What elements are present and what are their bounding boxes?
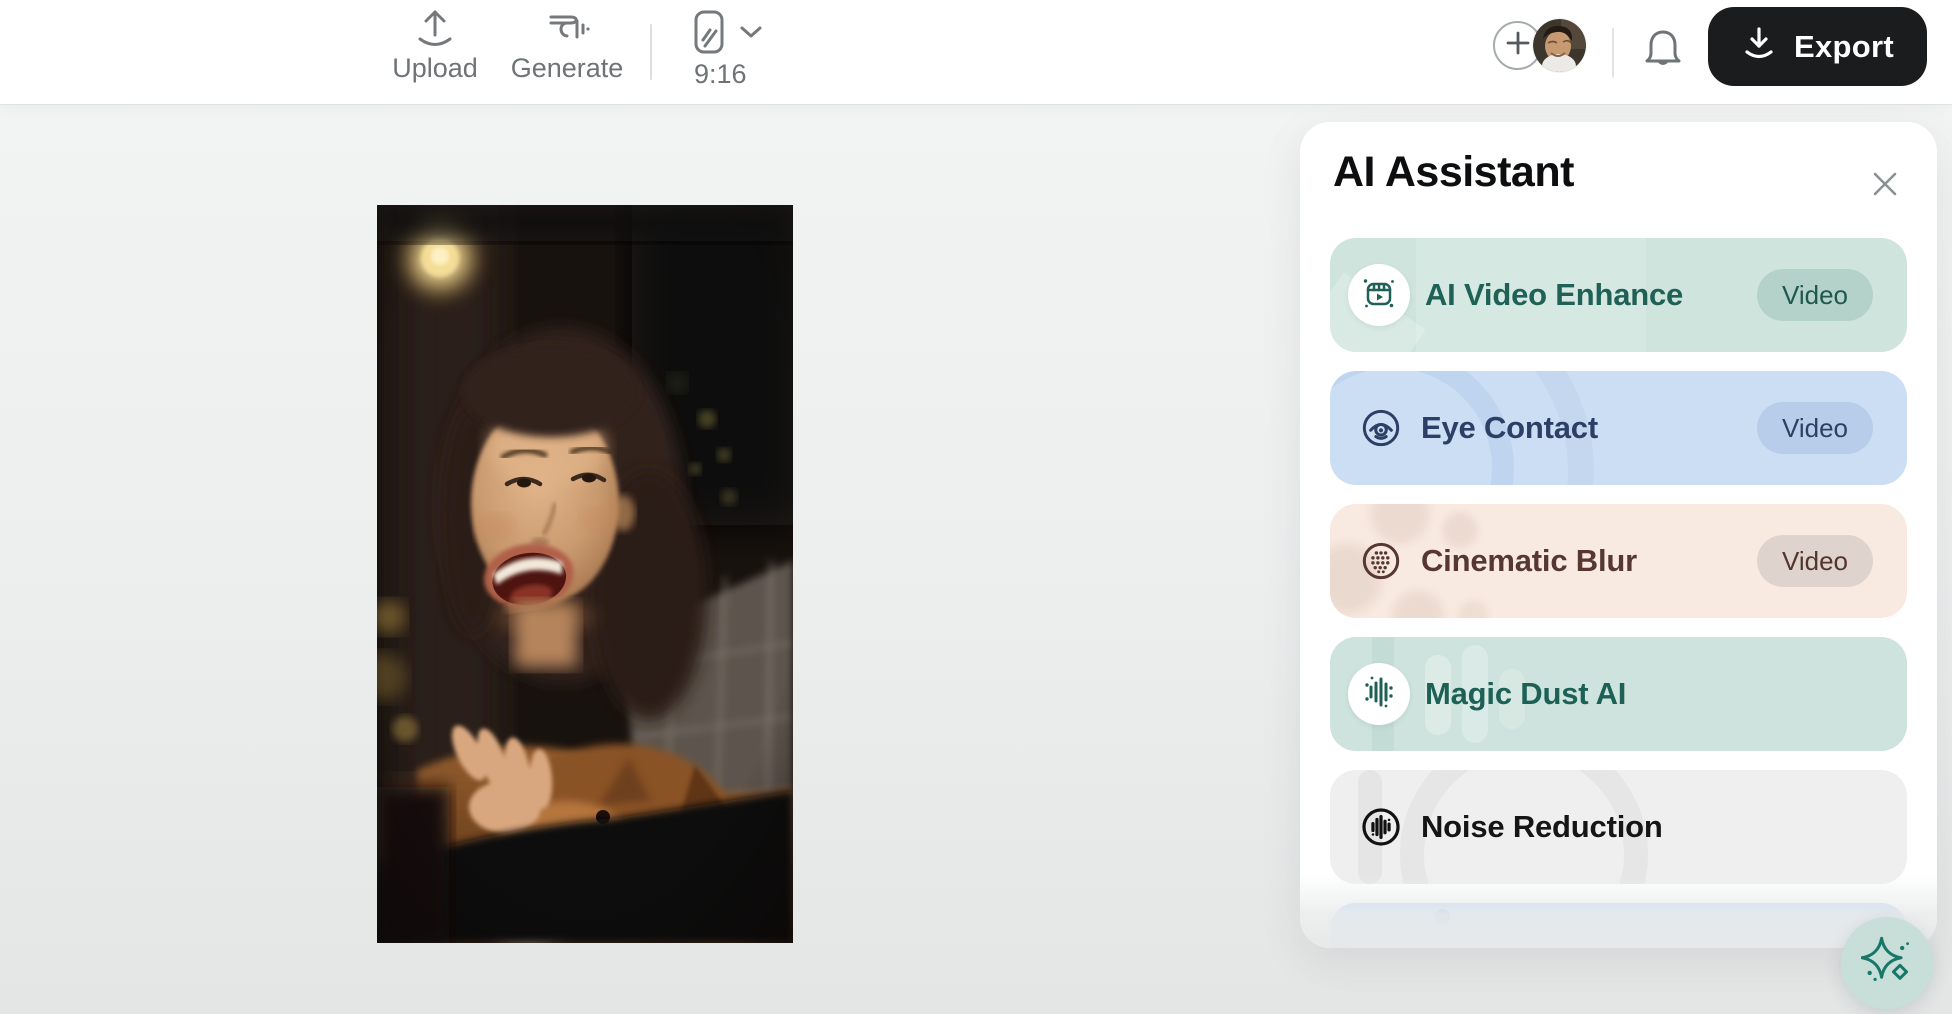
notifications-button[interactable] xyxy=(1643,27,1683,73)
ai-assistant-fab[interactable] xyxy=(1841,917,1933,1009)
card-magic-dust-ai[interactable]: Magic Dust AI xyxy=(1330,637,1907,751)
user-avatar[interactable] xyxy=(1533,19,1586,72)
export-label: Export xyxy=(1794,29,1894,65)
plus-icon xyxy=(1505,30,1531,61)
card-ai-video-enhance[interactable]: AI Video Enhance Video xyxy=(1330,238,1907,352)
card-label: Noise Reduction xyxy=(1421,809,1663,845)
card-deco xyxy=(1435,909,1450,924)
toolbar-divider xyxy=(1612,28,1614,78)
export-button[interactable]: Export xyxy=(1708,7,1927,86)
aspect-ratio-selector[interactable]: 9:16 xyxy=(692,8,772,88)
card-deco xyxy=(1458,600,1488,618)
card-label: Eye Contact xyxy=(1421,410,1598,446)
bell-icon xyxy=(1643,60,1683,77)
app-stage: Upload Generate xyxy=(0,0,1952,1014)
card-label: AI Video Enhance xyxy=(1425,277,1683,313)
feature-card-list: AI Video Enhance Video Eye Contact xyxy=(1330,238,1907,948)
generate-label: Generate xyxy=(511,55,624,82)
generate-icon xyxy=(544,8,590,50)
close-panel-button[interactable] xyxy=(1869,168,1901,200)
eye-contact-icon xyxy=(1356,403,1406,453)
noise-reduction-icon xyxy=(1356,802,1406,852)
card-eye-contact[interactable]: Eye Contact Video xyxy=(1330,371,1907,485)
icon-circle xyxy=(1348,663,1410,725)
card-label: Cinematic Blur xyxy=(1421,543,1637,579)
video-frame-art xyxy=(377,205,793,943)
phone-portrait-icon xyxy=(692,9,726,55)
card-deco xyxy=(1392,590,1444,618)
card-badge: Video xyxy=(1757,402,1873,454)
upload-icon xyxy=(413,8,457,50)
icon-circle xyxy=(1348,264,1410,326)
generate-button[interactable]: Generate xyxy=(515,8,619,82)
magic-dust-icon xyxy=(1359,672,1399,717)
cinematic-blur-icon xyxy=(1356,536,1406,586)
close-icon xyxy=(1869,187,1901,204)
aspect-ratio-label: 9:16 xyxy=(692,61,747,88)
download-icon xyxy=(1741,25,1777,69)
chevron-down-icon xyxy=(739,25,763,39)
upload-button[interactable]: Upload xyxy=(393,8,477,82)
card-cinematic-blur[interactable]: Cinematic Blur Video xyxy=(1330,504,1907,618)
ai-video-enhance-icon xyxy=(1359,273,1399,318)
sparkles-icon xyxy=(1861,935,1913,992)
card-label: Magic Dust AI xyxy=(1425,676,1626,712)
card-partial[interactable] xyxy=(1330,903,1907,948)
ai-assistant-panel: AI Assistant xyxy=(1300,122,1937,948)
top-toolbar: Upload Generate xyxy=(0,0,1952,104)
toolbar-divider xyxy=(650,24,652,80)
card-badge: Video xyxy=(1757,269,1873,321)
panel-title: AI Assistant xyxy=(1333,148,1574,197)
card-noise-reduction[interactable]: Noise Reduction xyxy=(1330,770,1907,884)
video-preview[interactable] xyxy=(377,205,793,943)
card-badge: Video xyxy=(1757,535,1873,587)
upload-label: Upload xyxy=(392,55,478,82)
